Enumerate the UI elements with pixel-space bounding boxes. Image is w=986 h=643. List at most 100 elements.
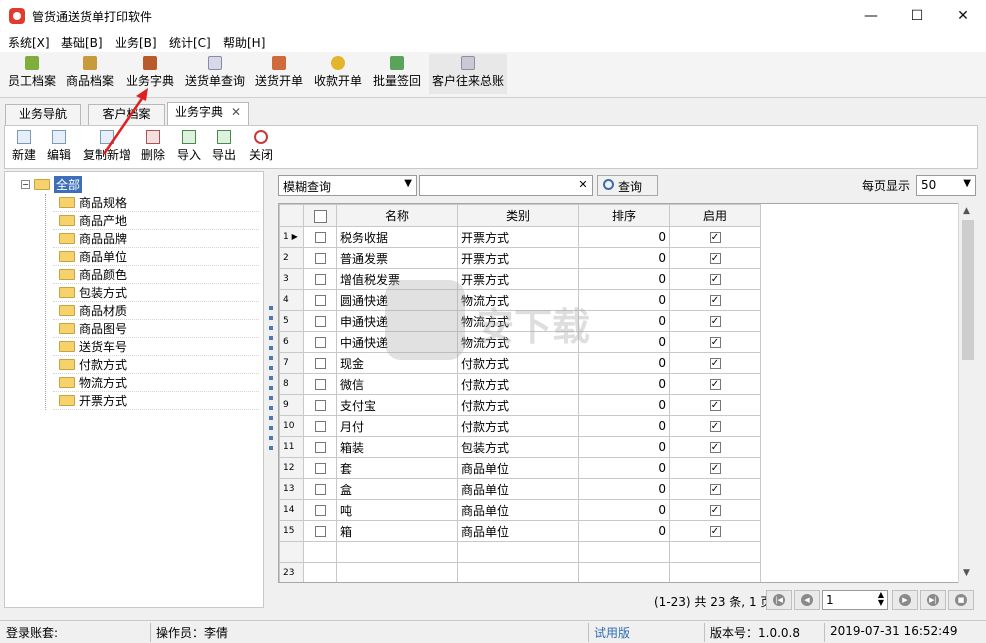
- cell-sort[interactable]: 0: [578, 499, 670, 521]
- tree-item[interactable]: 送货车号: [53, 338, 259, 356]
- enabled-checkbox[interactable]: ✓: [709, 337, 721, 348]
- search-input[interactable]: ✕: [419, 175, 593, 196]
- enabled-checkbox[interactable]: ✓: [709, 421, 721, 432]
- row-select-cell[interactable]: [303, 394, 337, 416]
- page-spinner-icon[interactable]: ▲ ▼: [878, 591, 884, 607]
- toolbar-delivery-query[interactable]: 送货单查询: [182, 54, 248, 94]
- row-checkbox[interactable]: [314, 421, 326, 432]
- minimize-button[interactable]: —: [848, 0, 894, 32]
- table-row[interactable]: 3 增值税发票 开票方式 0 ✓: [279, 268, 761, 290]
- enabled-checkbox[interactable]: ✓: [709, 316, 721, 327]
- cell-sort[interactable]: 0: [578, 478, 670, 500]
- cell-name[interactable]: 吨: [336, 499, 458, 521]
- cell-enabled[interactable]: ✓: [669, 310, 761, 332]
- cell-enabled[interactable]: ✓: [669, 226, 761, 248]
- tree-root-all[interactable]: − 全部: [21, 175, 83, 193]
- enabled-checkbox[interactable]: ✓: [709, 505, 721, 516]
- cell-sort[interactable]: 0: [578, 331, 670, 353]
- maximize-button[interactable]: ☐: [894, 0, 940, 32]
- cell-sort[interactable]: 0: [578, 373, 670, 395]
- menu-help[interactable]: 帮助[H]: [223, 34, 265, 51]
- cell-sort[interactable]: 0: [578, 352, 670, 374]
- cell-type[interactable]: 付款方式: [457, 373, 579, 395]
- query-button[interactable]: 查询: [597, 175, 658, 196]
- table-row[interactable]: 11 箱装 包装方式 0 ✓: [279, 436, 761, 458]
- menu-business[interactable]: 业务[B]: [115, 34, 157, 51]
- tree-item[interactable]: 付款方式: [53, 356, 259, 374]
- edit-button[interactable]: 编辑: [45, 130, 73, 163]
- menu-system[interactable]: 系统[X]: [8, 34, 50, 51]
- cell-type[interactable]: 付款方式: [457, 415, 579, 437]
- row-select-cell[interactable]: [303, 268, 337, 290]
- cell-sort[interactable]: 0: [578, 247, 670, 269]
- tree-item[interactable]: 商品产地: [53, 212, 259, 230]
- row-select-cell[interactable]: [303, 331, 337, 353]
- select-all-header[interactable]: [303, 204, 337, 227]
- cell-type[interactable]: 商品单位: [457, 520, 579, 542]
- column-header-type[interactable]: 类别: [457, 204, 579, 227]
- table-row[interactable]: 14 吨商品单位 0 ✓: [279, 499, 761, 521]
- enabled-checkbox[interactable]: ✓: [709, 484, 721, 495]
- cell-name[interactable]: 普通发票: [336, 247, 458, 269]
- enabled-checkbox[interactable]: ✓: [709, 295, 721, 306]
- cell-sort[interactable]: 0: [578, 394, 670, 416]
- cell-type[interactable]: 商品单位: [457, 457, 579, 479]
- menu-statistics[interactable]: 统计[C]: [169, 34, 211, 51]
- toolbar-receipt-create[interactable]: 收款开单: [312, 54, 364, 94]
- toolbar-employee-archive[interactable]: 员工档案: [6, 54, 58, 94]
- row-select-cell[interactable]: [303, 520, 337, 542]
- table-row[interactable]: 10 月付 付款方式 0 ✓: [279, 415, 761, 437]
- tab-close-icon[interactable]: ✕: [231, 105, 241, 119]
- toolbar-business-dictionary[interactable]: 业务字典: [124, 54, 176, 94]
- cell-name[interactable]: 月付: [336, 415, 458, 437]
- cell-sort[interactable]: 0: [578, 310, 670, 332]
- row-checkbox[interactable]: [314, 316, 326, 327]
- grid-scrollbar[interactable]: ▲ ▼: [958, 203, 976, 583]
- tree-item[interactable]: 商品颜色: [53, 266, 259, 284]
- scroll-thumb[interactable]: [962, 220, 974, 360]
- scroll-up-icon[interactable]: ▲: [963, 206, 970, 216]
- cell-sort[interactable]: 0: [578, 457, 670, 479]
- tab-customer-archive[interactable]: 客户档案: [88, 104, 165, 125]
- tree-item[interactable]: 商品品牌: [53, 230, 259, 248]
- prev-page-button[interactable]: ◀: [794, 590, 820, 610]
- row-select-cell[interactable]: [303, 226, 337, 248]
- cell-name[interactable]: 套: [336, 457, 458, 479]
- close-window-button[interactable]: ✕: [940, 0, 986, 32]
- enabled-checkbox[interactable]: ✓: [709, 274, 721, 285]
- enabled-checkbox[interactable]: ✓: [709, 379, 721, 390]
- cell-sort[interactable]: 0: [578, 415, 670, 437]
- menu-basic[interactable]: 基础[B]: [61, 34, 103, 51]
- cell-type[interactable]: 包装方式: [457, 436, 579, 458]
- cell-enabled[interactable]: ✓: [669, 268, 761, 290]
- row-checkbox[interactable]: [314, 442, 326, 453]
- enabled-checkbox[interactable]: ✓: [709, 232, 721, 243]
- row-select-cell[interactable]: [303, 373, 337, 395]
- table-row[interactable]: 15 箱商品单位 0 ✓: [279, 520, 761, 542]
- collapse-icon[interactable]: −: [21, 179, 30, 189]
- cell-type[interactable]: 开票方式: [457, 268, 579, 290]
- tree-item[interactable]: 物流方式: [53, 374, 259, 392]
- cell-enabled[interactable]: ✓: [669, 373, 761, 395]
- row-select-cell[interactable]: [303, 436, 337, 458]
- cell-type[interactable]: 付款方式: [457, 394, 579, 416]
- row-checkbox[interactable]: [314, 274, 326, 285]
- cell-sort[interactable]: 0: [578, 289, 670, 311]
- cell-enabled[interactable]: ✓: [669, 247, 761, 269]
- cell-enabled[interactable]: ✓: [669, 499, 761, 521]
- tree-item[interactable]: 商品单位: [53, 248, 259, 266]
- row-checkbox[interactable]: [314, 526, 326, 537]
- page-number-input[interactable]: 1 ▲ ▼: [822, 590, 888, 610]
- tree-item[interactable]: 商品图号: [53, 320, 259, 338]
- tree-item[interactable]: 商品规格: [53, 194, 259, 212]
- tree-item[interactable]: 包装方式: [53, 284, 259, 302]
- import-button[interactable]: 导入: [175, 130, 203, 163]
- row-select-cell[interactable]: [303, 352, 337, 374]
- delete-button[interactable]: 删除: [139, 130, 167, 163]
- row-checkbox[interactable]: [314, 484, 326, 495]
- cell-enabled[interactable]: ✓: [669, 394, 761, 416]
- first-page-button[interactable]: |◀: [766, 590, 792, 610]
- cell-type[interactable]: 开票方式: [457, 247, 579, 269]
- cell-type[interactable]: 开票方式: [457, 226, 579, 248]
- tree-item[interactable]: 商品材质: [53, 302, 259, 320]
